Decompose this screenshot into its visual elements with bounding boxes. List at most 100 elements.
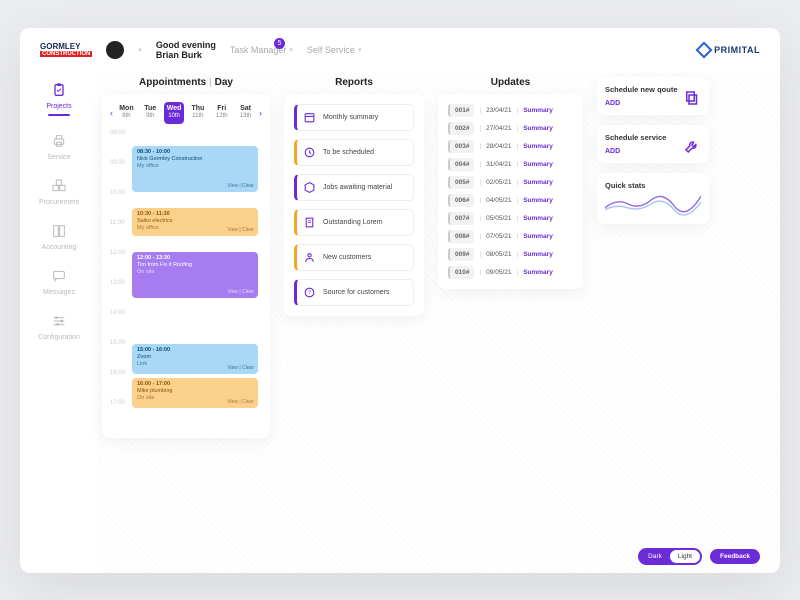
printer-icon [50, 132, 68, 150]
summary-link[interactable]: Summary [523, 197, 553, 204]
logo-text: CONSTRUCTION [40, 51, 92, 57]
hour-label: 14:00 [110, 310, 125, 316]
summary-link[interactable]: Summary [523, 251, 553, 258]
sidebar-label: Messages [43, 289, 75, 296]
summary-link[interactable]: Summary [523, 179, 553, 186]
sidebar-item-accounting[interactable]: Accounting [42, 222, 77, 251]
day-tab[interactable]: Tue9th [140, 102, 161, 124]
update-date: 07/05/21 [486, 233, 511, 240]
day-tab[interactable]: Mon8th [116, 102, 137, 124]
card-title: Quick stats [605, 181, 701, 190]
calendar-event[interactable]: 15:00 - 16:00ZoomLinkView | Clear [132, 344, 258, 374]
paper-icon [303, 216, 316, 229]
event-actions[interactable]: View | Clear [227, 365, 254, 372]
prev-day-button[interactable]: ‹ [110, 108, 113, 118]
update-id: 007# [448, 212, 474, 225]
summary-link[interactable]: Summary [523, 161, 553, 168]
calendar-event[interactable]: 08:30 - 10:00Nick Gormley ConstructionMy… [132, 146, 258, 192]
calendar-icon [303, 111, 316, 124]
add-button[interactable]: ADD [605, 148, 620, 155]
sidebar-item-procurement[interactable]: Procurement [39, 177, 79, 206]
report-item[interactable]: Monthly summary [294, 104, 414, 131]
nav-task-manager[interactable]: Task Manager 5 ▾ [230, 45, 293, 55]
sidebar-label: Procurement [39, 199, 79, 206]
calendar-event[interactable]: 16:00 - 17:00Mike plumbingOn siteView | … [132, 378, 258, 408]
report-item[interactable]: New customers [294, 244, 414, 271]
update-date: 28/04/21 [486, 143, 511, 150]
update-row: 003#|28/04/21|Summary [448, 140, 573, 153]
update-row: 001#|23/04/21|Summary [448, 104, 573, 117]
hour-label: 11:00 [110, 220, 125, 226]
feedback-button[interactable]: Feedback [710, 549, 760, 564]
copy-icon [683, 89, 701, 107]
chevron-down-icon[interactable]: ▾ [138, 46, 142, 54]
summary-link[interactable]: Summary [523, 125, 553, 132]
update-date: 09/05/21 [486, 269, 511, 276]
update-date: 02/05/21 [486, 179, 511, 186]
calendar-event[interactable]: 10:30 - 11:30Saiko electricsMy officeVie… [132, 208, 258, 236]
event-actions[interactable]: View | Clear [227, 289, 254, 296]
summary-link[interactable]: Summary [523, 269, 553, 276]
sidebar-item-messages[interactable]: Messages [43, 267, 75, 296]
summary-link[interactable]: Summary [523, 143, 553, 150]
summary-link[interactable]: Summary [523, 233, 553, 240]
book-icon [50, 222, 68, 240]
appointments-card: ‹ Mon8thTue9thWed10thThu11thFri12thSat13… [102, 94, 270, 438]
update-row: 002#|27/04/21|Summary [448, 122, 573, 135]
add-button[interactable]: ADD [605, 100, 620, 107]
box-icon [303, 181, 316, 194]
next-day-button[interactable]: › [259, 108, 262, 118]
event-actions[interactable]: View | Clear [227, 227, 254, 234]
day-tab[interactable]: Thu11th [187, 102, 208, 124]
report-label: Outstanding Lorem [323, 219, 383, 226]
event-actions[interactable]: View | Clear [227, 399, 254, 406]
day-tab[interactable]: Fri12th [211, 102, 232, 124]
nav-self-service[interactable]: Self Service ▾ [307, 45, 362, 55]
section-title: Updates [438, 77, 583, 88]
calendar-event[interactable]: 12:00 - 13:30Tim from Fix it RoofingOn s… [132, 252, 258, 298]
greeting: Good evening Brian Burk [156, 40, 216, 62]
appointments-column: Appointments | Day ‹ Mon8thTue9thWed10th… [102, 77, 270, 562]
logo-gormley: GORMLEY CONSTRUCTION [40, 43, 92, 57]
logo-text: PRIMITAL [714, 45, 760, 55]
event-actions[interactable]: View | Clear [227, 183, 254, 190]
reports-card: Monthly summary To be scheduled Jobs await… [284, 94, 424, 316]
body: Projects Service Procurement Accounting Mess… [20, 73, 780, 572]
day-tab[interactable]: Wed10th [164, 102, 185, 124]
sidebar-item-service[interactable]: Service [47, 132, 70, 161]
hour-label: 08:00 [110, 130, 125, 136]
hour-label: 09:00 [110, 160, 125, 166]
sliders-icon [50, 312, 68, 330]
topbar: GORMLEY CONSTRUCTION ▾ Good evening Bria… [20, 28, 780, 74]
sidebar-label: Projects [46, 103, 71, 110]
report-label: Monthly summary [323, 114, 378, 121]
update-date: 27/04/21 [486, 125, 511, 132]
avatar[interactable] [106, 41, 124, 59]
update-id: 005# [448, 176, 474, 189]
update-id: 009# [448, 248, 474, 261]
hour-label: 16:00 [110, 370, 125, 376]
update-row: 007#|05/05/21|Summary [448, 212, 573, 225]
chevron-down-icon: ▾ [358, 46, 362, 54]
hour-label: 15:00 [110, 340, 125, 346]
sidebar-item-configuration[interactable]: Configuration [38, 312, 80, 341]
quick-action-card: Schedule new qouteADD [597, 77, 709, 115]
hour-label: 12:00 [110, 250, 125, 256]
report-item[interactable]: Jobs awaiting material [294, 174, 414, 201]
update-row: 006#|04/05/21|Summary [448, 194, 573, 207]
sidebar: Projects Service Procurement Accounting Mess… [20, 73, 98, 572]
theme-toggle[interactable]: Dark Light [638, 548, 702, 565]
report-item[interactable]: To be scheduled [294, 139, 414, 166]
quick-action-card: Schedule serviceADD [597, 125, 709, 163]
summary-link[interactable]: Summary [523, 215, 553, 222]
day-tab[interactable]: Sat13th [235, 102, 256, 124]
sidebar-item-projects[interactable]: Projects [46, 81, 71, 116]
user-icon [303, 251, 316, 264]
bottom-tools: Dark Light Feedback [638, 548, 760, 565]
update-row: 009#|08/05/21|Summary [448, 248, 573, 261]
sidebar-label: Service [47, 154, 70, 161]
update-id: 004# [448, 158, 474, 171]
report-item[interactable]: Outstanding Lorem [294, 209, 414, 236]
summary-link[interactable]: Summary [523, 107, 553, 114]
report-item[interactable]: ?Source for customers [294, 279, 414, 306]
